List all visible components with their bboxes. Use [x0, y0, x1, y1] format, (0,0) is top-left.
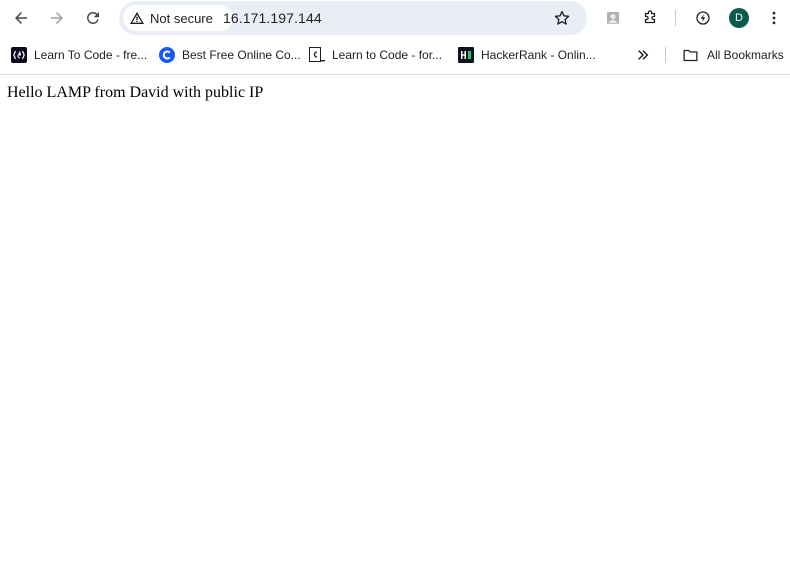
arrow-right-icon — [51, 12, 63, 24]
address-bar[interactable]: Not secure 16.171.197.144 — [119, 1, 587, 35]
menu-button[interactable] — [761, 5, 787, 31]
star-icon — [554, 10, 570, 25]
bookmark-codecademy[interactable]: Best Free Online Co... — [159, 45, 301, 65]
url-text[interactable]: 16.171.197.144 — [223, 10, 322, 26]
bookmark-hackerrank[interactable]: HackerRank - Onlin... — [458, 45, 596, 65]
forward-button[interactable] — [43, 4, 71, 32]
bookmarks-bar: Learn To Code - fre... Best Free Online … — [0, 36, 790, 75]
browser-toolbar: Not secure 16.171.197.144 D — [0, 0, 790, 36]
profile-extension-button[interactable] — [600, 5, 626, 31]
codecademy-icon — [159, 47, 175, 63]
page-text: Hello LAMP from David with public IP — [7, 84, 264, 101]
bookmark-star-button[interactable] — [549, 5, 575, 31]
warning-icon — [130, 12, 144, 24]
security-label: Not secure — [150, 10, 213, 26]
more-vertical-icon — [772, 11, 776, 25]
back-button[interactable] — [7, 4, 35, 32]
hackerrank-icon — [458, 47, 474, 63]
all-bookmarks-label: All Bookmarks — [707, 48, 784, 62]
security-chip[interactable]: Not secure — [123, 5, 233, 31]
bookmarks-separator — [665, 47, 666, 63]
page-content: Hello LAMP from David with public IP — [0, 76, 790, 581]
profile-extension-icon — [607, 12, 619, 24]
performance-icon — [696, 11, 710, 25]
puzzle-icon — [644, 10, 656, 24]
bookmark-label: HackerRank - Onlin... — [481, 48, 596, 62]
more-bookmarks-button[interactable] — [632, 45, 654, 65]
performance-button[interactable] — [690, 5, 716, 31]
reload-icon — [86, 11, 99, 24]
bookmark-label: Learn To Code - fre... — [34, 48, 148, 62]
chevron-double-right-icon — [638, 50, 649, 60]
toolbar-separator — [675, 10, 676, 26]
folder-icon — [683, 49, 698, 61]
bookmark-freecodecamp[interactable]: Learn To Code - fre... — [11, 45, 147, 65]
extensions-button[interactable] — [637, 5, 663, 31]
profile-avatar[interactable]: D — [729, 8, 749, 28]
bookmark-learn-to-code[interactable]: Learn to Code - for... — [309, 45, 442, 65]
reload-button[interactable] — [79, 4, 107, 32]
all-bookmarks-button[interactable]: All Bookmarks — [682, 45, 784, 65]
code-prompt-icon — [309, 47, 325, 63]
arrow-left-icon — [15, 12, 27, 24]
bookmark-label: Best Free Online Co... — [182, 48, 301, 62]
freecodecamp-icon — [11, 47, 27, 63]
bookmark-label: Learn to Code - for... — [332, 48, 443, 62]
